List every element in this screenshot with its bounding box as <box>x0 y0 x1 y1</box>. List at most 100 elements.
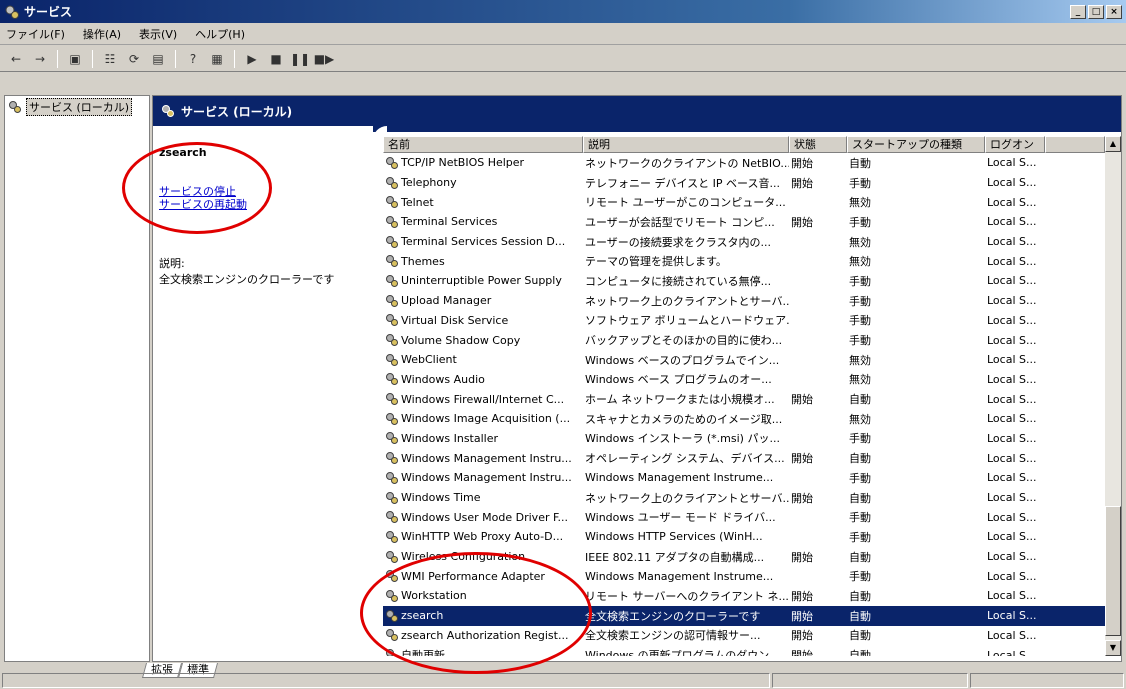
service-description-cell: リモート ユーザーがこのコンピュータ... <box>585 196 786 210</box>
stop-service-link[interactable]: サービスの停止 <box>159 185 374 198</box>
service-startup-cell: 自動 <box>849 589 871 603</box>
table-row[interactable]: Windows Management Instru... オペレーティング システ… <box>383 448 1105 468</box>
forward-icon[interactable]: → <box>30 49 50 69</box>
service-logon-cell: Local S... <box>987 589 1037 603</box>
table-row[interactable]: Volume Shadow Copy バックアップとそのほかの目的に使わ... 手動… <box>383 330 1105 350</box>
service-name: Upload Manager <box>401 294 492 308</box>
table-row[interactable]: WinHTTP Web Proxy Auto-D... Windows HTTP … <box>383 527 1105 547</box>
service-name-cell: Windows Audio <box>383 372 583 386</box>
service-gear-icon <box>386 274 398 287</box>
service-description-cell: スキャナとカメラのためのイメージ取... <box>585 412 783 426</box>
service-startup-cell: 手動 <box>849 530 871 544</box>
service-description-cell: IEEE 802.11 アダプタの自動構成... <box>585 550 765 564</box>
table-row[interactable]: Windows User Mode Driver F... Windows ユーザ… <box>383 507 1105 527</box>
pane-header: サービス (ローカル) <box>153 96 1121 126</box>
service-gear-icon <box>386 589 398 602</box>
extended-description-pane: zsearch サービスの停止 サービスの再起動 説明: 全文検索エンジンのクロ… <box>159 146 374 646</box>
service-logon-cell: Local S... <box>987 569 1037 583</box>
service-description-cell: Windows Management Instrume... <box>585 471 774 485</box>
properties-icon[interactable]: ☷ <box>100 49 120 69</box>
title-bar[interactable]: サービス _ □ × <box>0 0 1126 23</box>
maximize-button[interactable]: □ <box>1088 4 1104 19</box>
tree-node-services-local[interactable]: サービス (ローカル) <box>5 96 149 118</box>
table-row[interactable]: Upload Manager ネットワーク上のクライアントとサーバ... 手動 Loc… <box>383 291 1105 311</box>
service-name-cell: Windows Management Instru... <box>383 471 583 485</box>
scroll-up-arrow-icon[interactable]: ▲ <box>1105 136 1121 152</box>
table-row[interactable]: Terminal Services Session D... ユーザーの接続要求を… <box>383 232 1105 252</box>
table-row[interactable]: Windows Image Acquisition (... スキャナとカメラのた… <box>383 409 1105 429</box>
table-row[interactable]: 自動更新 Windows の更新プログラムのダウン... 開始 自動 Local S..… <box>383 645 1105 656</box>
table-row[interactable]: Wireless Configuration IEEE 802.11 アダプタの自… <box>383 547 1105 567</box>
service-name: 自動更新 <box>401 649 445 656</box>
service-description-cell: ネットワークのクライアントの NetBIO... <box>585 156 789 170</box>
service-startup-cell: 手動 <box>849 570 871 584</box>
service-name: Wireless Configuration <box>401 550 526 564</box>
table-row[interactable]: Terminal Services ユーザーが会話型でリモート コンピ... 開始 手… <box>383 212 1105 232</box>
service-description-cell: ユーザーが会話型でリモート コンピ... <box>585 215 775 229</box>
table-row[interactable]: zsearch Authorization Regist... 全文検索エンジンの… <box>383 626 1105 646</box>
stop-icon[interactable]: ■ <box>266 49 286 69</box>
service-gear-icon <box>386 550 398 563</box>
scroll-down-arrow-icon[interactable]: ▼ <box>1105 640 1121 656</box>
menu-view[interactable]: 表示(V) <box>139 26 177 42</box>
table-row[interactable]: Workstation リモート サーバーへのクライアント ネ... 開始 自動 Loc… <box>383 586 1105 606</box>
refresh-icon[interactable]: ⟳ <box>124 49 144 69</box>
column-header-name[interactable]: 名前 <box>383 136 583 153</box>
service-startup-cell: 手動 <box>849 432 871 446</box>
restart-icon[interactable]: ■▶ <box>314 49 335 69</box>
table-row[interactable]: Uninterruptible Power Supply コンピュータに接続されて… <box>383 271 1105 291</box>
table-row[interactable]: Telephony テレフォニー デバイスと IP ベース音... 開始 手動 Loca… <box>383 173 1105 193</box>
help-icon[interactable]: ? <box>183 49 203 69</box>
column-header-description[interactable]: 説明 <box>583 136 789 153</box>
service-startup-cell: 手動 <box>849 274 871 288</box>
table-row[interactable]: Windows Time ネットワーク上のクライアントとサーバ... 開始 自動 Loc… <box>383 488 1105 508</box>
menu-action[interactable]: 操作(A) <box>83 26 121 42</box>
service-startup-cell: 手動 <box>849 215 871 229</box>
column-header-logon[interactable]: ログオン <box>985 136 1045 153</box>
table-row[interactable]: Themes テーマの管理を提供します。 無効 Local S... <box>383 251 1105 271</box>
table-row[interactable]: Windows Installer Windows インストーラ (*.msi) … <box>383 429 1105 449</box>
service-startup-cell: 手動 <box>849 511 871 525</box>
service-description-cell: バックアップとそのほかの目的に使わ... <box>585 334 783 348</box>
service-logon-cell: Local S... <box>987 195 1037 209</box>
table-row[interactable]: Windows Firewall/Internet C... ホーム ネットワーク… <box>383 389 1105 409</box>
service-gear-icon <box>386 629 398 642</box>
close-button[interactable]: × <box>1106 4 1122 19</box>
column-header-status[interactable]: 状態 <box>789 136 847 153</box>
back-icon[interactable]: ← <box>6 49 26 69</box>
service-description-cell: ホーム ネットワークまたは小規模オ... <box>585 393 775 407</box>
service-startup-cell: 自動 <box>849 629 871 643</box>
table-row[interactable]: Virtual Disk Service ソフトウェア ボリュームとハードウェア.… <box>383 311 1105 331</box>
restart-service-link[interactable]: サービスの再起動 <box>159 198 374 211</box>
service-gear-icon <box>386 294 398 307</box>
service-name-cell: WebClient <box>383 353 583 367</box>
service-logon-cell: Local S... <box>987 215 1037 229</box>
table-row[interactable]: WebClient Windows ベースのプログラムでイン... 無効 Local … <box>383 350 1105 370</box>
service-gear-icon <box>386 353 398 366</box>
export-icon[interactable]: ▤ <box>148 49 168 69</box>
service-description-cell: Windows の更新プログラムのダウン... <box>585 649 780 656</box>
service-name-cell: Terminal Services Session D... <box>383 235 583 249</box>
scroll-thumb[interactable] <box>1105 506 1121 636</box>
view-icon[interactable]: ▦ <box>207 49 227 69</box>
service-logon-cell: Local S... <box>987 550 1037 564</box>
menu-file[interactable]: ファイル(F) <box>6 26 65 42</box>
vertical-scrollbar[interactable]: ▲ ▼ <box>1105 136 1121 656</box>
column-headers: 名前 説明 状態 スタートアップの種類 ログオン <box>383 136 1105 153</box>
minimize-button[interactable]: _ <box>1070 4 1086 19</box>
column-header-startup-type[interactable]: スタートアップの種類 <box>847 136 985 153</box>
table-row-selected[interactable]: zsearch 全文検索エンジンのクローラーです 開始 自動 Local S... <box>383 605 1105 626</box>
console-tree-icon[interactable]: ▣ <box>65 49 85 69</box>
start-icon[interactable]: ▶ <box>242 49 262 69</box>
selected-service-name: zsearch <box>159 146 207 159</box>
pause-icon[interactable]: ❚❚ <box>290 49 310 69</box>
table-row[interactable]: Telnet リモート ユーザーがこのコンピュータ... 無効 Local S... <box>383 192 1105 212</box>
service-gear-icon <box>386 215 398 228</box>
table-row[interactable]: TCP/IP NetBIOS Helper ネットワークのクライアントの NetB… <box>383 153 1105 173</box>
service-description-cell: オペレーティング システム、デバイス... <box>585 452 785 466</box>
table-row[interactable]: Windows Management Instru... Windows Mana… <box>383 468 1105 488</box>
table-row[interactable]: WMI Performance Adapter Windows Managemen… <box>383 566 1105 586</box>
table-row[interactable]: Windows Audio Windows ベース プログラムのオー... 無効 Lo… <box>383 370 1105 390</box>
menu-help[interactable]: ヘルプ(H) <box>195 26 245 42</box>
service-gear-icon <box>386 570 398 583</box>
